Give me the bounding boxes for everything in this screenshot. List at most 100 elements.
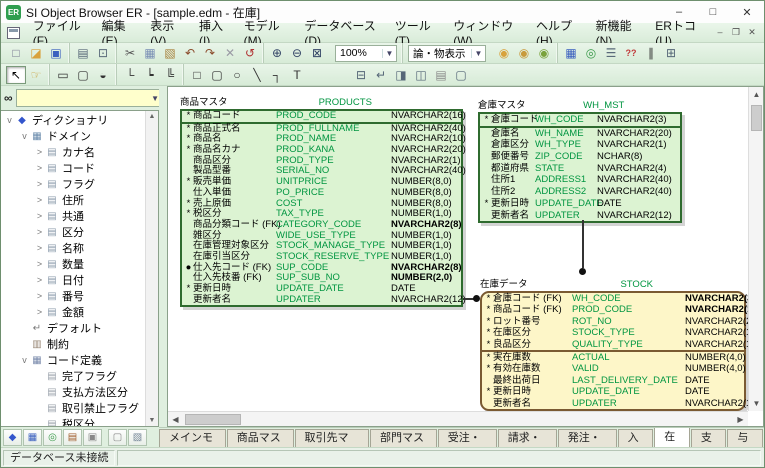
mdi-minimize-button[interactable]: –: [712, 27, 728, 38]
panel-splitter[interactable]: [159, 86, 167, 427]
zoom-combobox[interactable]: 100% ▼: [335, 44, 397, 62]
entity-tool[interactable]: ▭: [53, 66, 73, 84]
dependent-entity-tool[interactable]: ▢: [73, 66, 93, 84]
tab-請求・入金[interactable]: 請求・入金: [497, 429, 557, 447]
scroll-up-icon[interactable]: ▲: [749, 87, 764, 102]
non-identifying-relation-tool[interactable]: ┕: [140, 66, 160, 84]
select-tool[interactable]: ↖: [6, 65, 26, 84]
tree-item-税区分[interactable]: ▤ 税区分: [1, 416, 145, 427]
undo-icon[interactable]: ↶: [180, 44, 200, 62]
tree-item-住所[interactable]: > ▤ 住所: [1, 192, 145, 208]
filter-procedure-icon[interactable]: ▤: [63, 428, 82, 446]
display-enter-icon[interactable]: ↵: [371, 66, 391, 84]
tab-与信[interactable]: 与信: [727, 429, 763, 447]
tree-item-制約[interactable]: ▥ 制約: [1, 336, 145, 352]
redo-icon[interactable]: ↷: [200, 44, 220, 62]
tree-expander-icon[interactable]: >: [34, 195, 45, 205]
tree-item-コード[interactable]: > ▤ コード: [1, 160, 145, 176]
er-diagram-canvas[interactable]: 商品マスタ PRODUCTS * 商品コード PROD_CODE NVARCHAR2(16…: [168, 87, 748, 411]
tab-取引先マスタ系[interactable]: 取引先マスタ系: [294, 429, 370, 447]
cut-icon[interactable]: ✂: [120, 44, 140, 62]
display-mode-combobox[interactable]: 論・物表示 ▼: [408, 44, 486, 62]
tab-発注・仕入[interactable]: 発注・仕入: [557, 429, 617, 447]
display-attribute-icon[interactable]: ◨: [391, 66, 411, 84]
elbow-line-tool[interactable]: ┐: [267, 66, 287, 84]
tab-受注・売上[interactable]: 受注・売上: [437, 429, 497, 447]
scroll-down-icon[interactable]: ▼: [749, 396, 764, 411]
tab-在庫[interactable]: 在庫: [654, 428, 690, 447]
view-entity-tool[interactable]: ◒: [93, 66, 113, 84]
tree-item-カナ名[interactable]: > ▤ カナ名: [1, 144, 145, 160]
tree-item-日付[interactable]: > ▤ 日付: [1, 272, 145, 288]
scroll-left-icon[interactable]: ◀: [168, 412, 183, 427]
tab-メインモデル[interactable]: メインモデル: [159, 429, 226, 447]
database-list-icon[interactable]: ☰: [601, 44, 621, 62]
tree-expander-icon[interactable]: >: [34, 243, 45, 253]
chevron-down-icon[interactable]: ▼: [471, 48, 485, 58]
tree-expander-icon[interactable]: v: [4, 115, 15, 125]
print-preview-icon[interactable]: ⊡: [93, 44, 113, 62]
jump-back-icon[interactable]: ◉: [494, 44, 514, 62]
pan-hand-tool[interactable]: ☞: [26, 66, 46, 84]
rectangle-tool[interactable]: □: [187, 66, 207, 84]
save-icon[interactable]: ▣: [46, 44, 66, 62]
tree-item-ドメイン[interactable]: v ▦ ドメイン: [1, 128, 145, 144]
scroll-up-icon[interactable]: ▲: [149, 113, 156, 120]
filter-dictionary-icon[interactable]: ◆: [3, 428, 22, 446]
multi-relation-tool[interactable]: ╚: [160, 66, 180, 84]
tree-expander-icon[interactable]: v: [19, 131, 30, 141]
filter-view-icon[interactable]: ◎: [43, 428, 62, 446]
entity-stock[interactable]: 在庫データSTOCK*倉庫コード (FK)WH_CODENVARCHAR2(3)…: [480, 279, 748, 411]
delete-icon[interactable]: ✕: [220, 44, 240, 62]
tree-item-区分[interactable]: > ▤ 区分: [1, 224, 145, 240]
new-file-icon[interactable]: □: [6, 44, 26, 62]
jump-model-icon[interactable]: ◉: [534, 44, 554, 62]
tree-item-支払方法区分[interactable]: ▤ 支払方法区分: [1, 384, 145, 400]
tab-入庫[interactable]: 入庫: [617, 429, 654, 447]
tree-expander-icon[interactable]: >: [34, 259, 45, 269]
zoom-in-icon[interactable]: ⊕: [267, 44, 287, 62]
entity-wh_mst[interactable]: 倉庫マスタ WH_MST * 倉庫コード WH_CODE NVARCHAR2(3) 倉庫名 W…: [478, 100, 682, 224]
print-icon[interactable]: ▤: [73, 44, 93, 62]
display-entity-icon[interactable]: ⊟: [351, 66, 371, 84]
text-tool[interactable]: T: [287, 66, 307, 84]
tree-expander-icon[interactable]: >: [34, 291, 45, 301]
scroll-down-icon[interactable]: ▼: [149, 417, 156, 424]
filter-blank-icon[interactable]: ▢: [108, 428, 127, 446]
ellipse-tool[interactable]: ○: [227, 66, 247, 84]
close-button[interactable]: ✕: [730, 1, 764, 23]
filter-entity-icon[interactable]: ▦: [23, 428, 42, 446]
display-blank-icon[interactable]: ▢: [451, 66, 471, 84]
child-window-icon[interactable]: [7, 26, 20, 39]
entity-list-icon[interactable]: ▦: [561, 44, 581, 62]
tree-item-共通[interactable]: > ▤ 共通: [1, 208, 145, 224]
tree-expander-icon[interactable]: v: [19, 355, 30, 365]
vertical-scrollbar[interactable]: ▲ ▼: [748, 87, 763, 411]
zoom-out-icon[interactable]: ⊖: [287, 44, 307, 62]
line-tool[interactable]: ╲: [247, 66, 267, 84]
relation-check-icon[interactable]: ∥: [641, 44, 661, 62]
tab-部門マスタ系[interactable]: 部門マスタ系: [370, 429, 437, 447]
tree-item-金額[interactable]: > ▤ 金額: [1, 304, 145, 320]
display-comment-icon[interactable]: ▤: [431, 66, 451, 84]
search-input[interactable]: [16, 91, 149, 105]
paste-icon[interactable]: ▧: [160, 44, 180, 62]
help-search-icon[interactable]: ??: [621, 44, 641, 62]
tree-expander-icon[interactable]: >: [34, 307, 45, 317]
copy-icon[interactable]: ▦: [140, 44, 160, 62]
zoom-area-icon[interactable]: ⊠: [307, 44, 327, 62]
tree-scrollbar[interactable]: ▲ ▼: [145, 111, 158, 426]
tree-expander-icon[interactable]: >: [34, 227, 45, 237]
tree-expander-icon[interactable]: >: [34, 275, 45, 285]
tree-expander-icon[interactable]: >: [34, 211, 45, 221]
tree-item-フラグ[interactable]: > ▤ フラグ: [1, 176, 145, 192]
entity-products[interactable]: 商品マスタ PRODUCTS * 商品コード PROD_CODE NVARCHAR2(16…: [180, 97, 466, 308]
tab-商品マスタ系[interactable]: 商品マスタ系: [226, 429, 294, 447]
horizontal-scrollbar[interactable]: ◀ ▶: [168, 411, 748, 426]
filter-model-icon[interactable]: ▧: [128, 428, 147, 446]
tree-expander-icon[interactable]: >: [34, 179, 45, 189]
jump-forward-icon[interactable]: ◉: [514, 44, 534, 62]
chevron-down-icon[interactable]: ▼: [382, 48, 396, 58]
search-combobox[interactable]: ▼: [15, 89, 163, 107]
rounded-rect-tool[interactable]: ▢: [207, 66, 227, 84]
